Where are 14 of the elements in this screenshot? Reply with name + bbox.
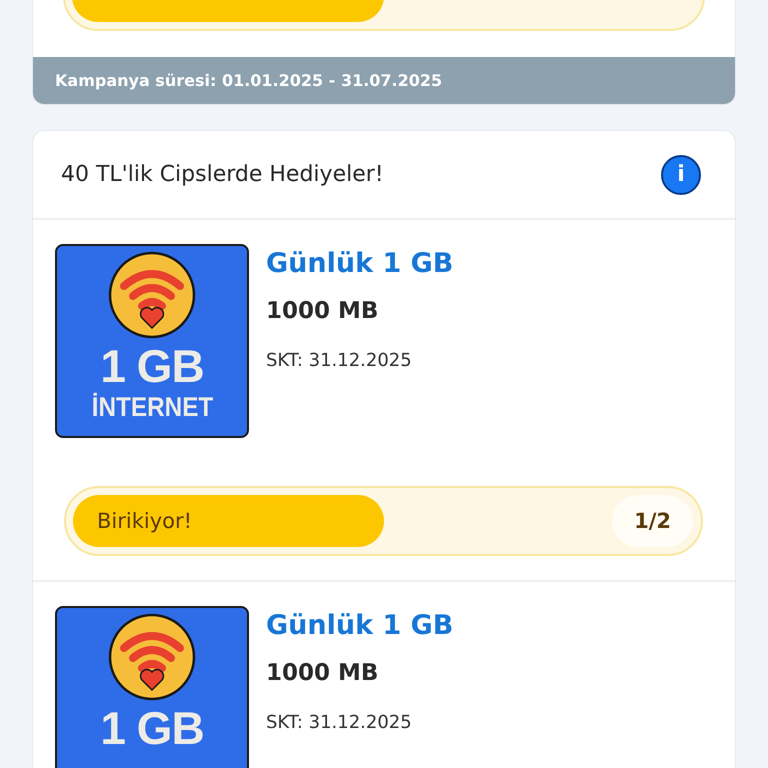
package-name: Günlük 1 GB bbox=[266, 247, 454, 281]
package-amount: 1000 MB bbox=[266, 298, 380, 324]
progress-count: 1/2 bbox=[612, 495, 693, 547]
image-caption: 1 GB bbox=[100, 702, 204, 754]
campaign-title: 40 TL'lik Cipslerde Hediyeler! bbox=[61, 162, 384, 187]
expiry-date: SKT: 31.12.2025 bbox=[266, 350, 413, 371]
info-button[interactable]: i bbox=[661, 154, 701, 194]
expiry-date: SKT: 31.12.2025 bbox=[266, 712, 413, 733]
image-caption: 1 GB bbox=[100, 340, 204, 392]
progress-label: Birikiyor! bbox=[96, 509, 192, 533]
image-caption: İNTERNET bbox=[91, 392, 213, 422]
campaign-period: Kampanya süresi: 01.01.2025 - 31.07.2025 bbox=[33, 57, 735, 104]
package-name: Günlük 1 GB bbox=[266, 609, 454, 643]
package-amount: 1000 MB bbox=[266, 660, 380, 686]
